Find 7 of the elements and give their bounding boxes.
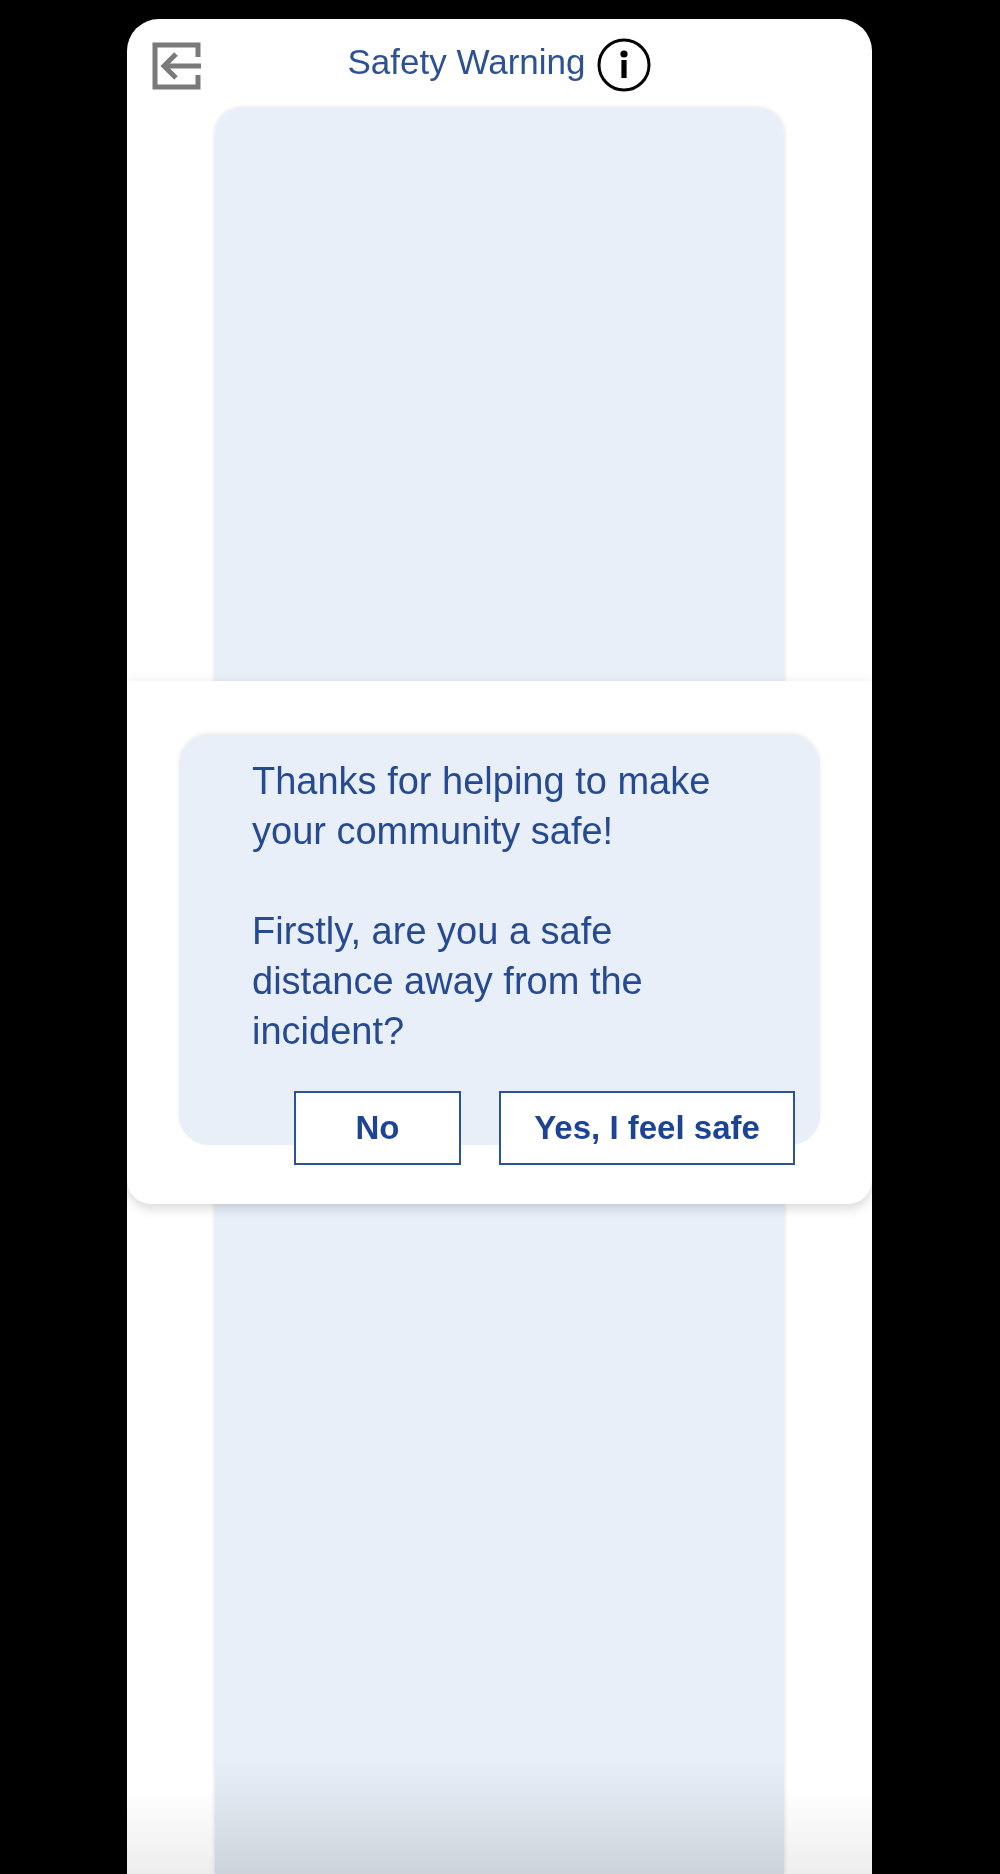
info-icon[interactable]	[597, 37, 652, 92]
confirm-button[interactable]: Yes, I feel safe	[499, 1091, 795, 1165]
screen-title: Safety Warning	[347, 41, 586, 82]
message-text: Thanks for helping to make your community safe!	[252, 759, 711, 854]
decline-button[interactable]: No	[294, 1091, 461, 1165]
message-text: Firstly, are you a safe distance away from the incident?	[252, 909, 643, 1054]
exit-icon[interactable]	[152, 41, 202, 90]
